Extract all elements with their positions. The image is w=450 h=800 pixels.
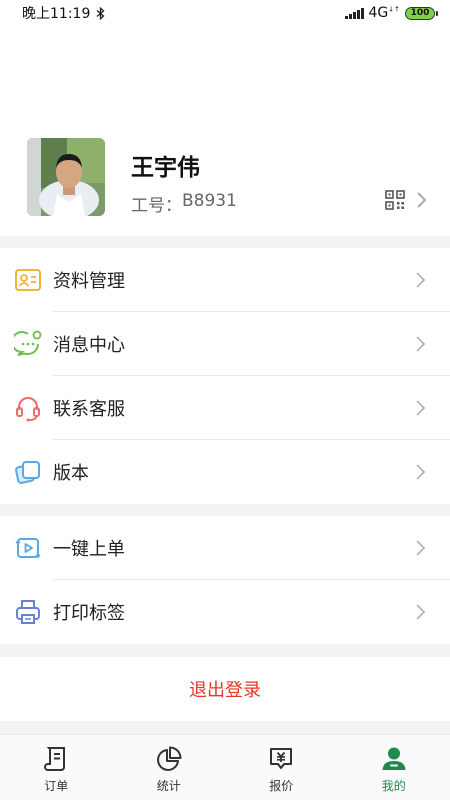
menu-group-secondary: 一键上单 打印标签 <box>0 516 450 644</box>
version-cards-icon <box>15 461 40 484</box>
message-bubble-icon <box>14 330 42 356</box>
avatar[interactable] <box>27 138 105 216</box>
section-divider <box>0 721 450 734</box>
order-scroll-icon <box>44 747 66 771</box>
battery-icon: 100 <box>405 6 438 20</box>
chevron-right-icon <box>416 540 426 556</box>
tab-statistics[interactable]: 统计 <box>113 735 226 800</box>
menu-item-label: 一键上单 <box>53 539 125 560</box>
tab-label: 订单 <box>44 779 69 793</box>
logout-button[interactable]: 退出登录 <box>0 657 450 721</box>
battery-level: 100 <box>405 6 435 20</box>
tab-label: 我的 <box>381 779 406 793</box>
network-type: 4G↓↑ <box>368 5 401 21</box>
user-name: 王宇伟 <box>131 155 200 181</box>
qr-code-icon[interactable] <box>385 190 405 210</box>
chevron-right-icon <box>416 400 426 416</box>
one-click-order-icon <box>15 538 41 559</box>
tab-label: 统计 <box>156 779 181 793</box>
profile-card[interactable]: 王宇伟 工号： B8931 <box>0 120 450 236</box>
tab-quote[interactable]: 报价 <box>225 735 338 800</box>
section-divider <box>0 504 450 516</box>
tab-mine[interactable]: 我的 <box>338 735 450 800</box>
chevron-right-icon <box>416 336 426 352</box>
section-divider <box>0 236 450 248</box>
employee-id-value: B8931 <box>182 191 237 211</box>
headset-icon <box>16 397 40 422</box>
profile-card-icon <box>15 269 41 291</box>
status-time: 晚上11:19 <box>22 6 91 22</box>
pie-chart-icon <box>156 746 182 771</box>
menu-item-label: 消息中心 <box>53 335 125 356</box>
chevron-right-icon <box>416 464 426 480</box>
status-right: 4G↓↑ 100 <box>345 5 438 21</box>
status-left: 晚上11:19 <box>22 3 105 23</box>
employee-id-label: 工号： <box>131 196 182 216</box>
price-tag-icon <box>270 748 293 769</box>
status-bar: 晚上11:19 4G↓↑ 100 <box>0 0 450 26</box>
menu-group-primary: 资料管理 消息中心 联系客服 版本 <box>0 248 450 504</box>
tab-orders[interactable]: 订单 <box>0 735 113 800</box>
menu-item-profile-management[interactable]: 资料管理 <box>0 248 450 312</box>
menu-item-label: 联系客服 <box>53 399 125 420</box>
menu-item-one-click-order[interactable]: 一键上单 <box>0 516 450 580</box>
chevron-right-icon <box>417 192 427 208</box>
menu-item-version[interactable]: 版本 <box>0 440 450 504</box>
menu-item-label: 资料管理 <box>53 271 125 292</box>
menu-item-customer-service[interactable]: 联系客服 <box>0 376 450 440</box>
tab-label: 报价 <box>269 779 294 793</box>
chevron-right-icon <box>416 604 426 620</box>
menu-item-label: 版本 <box>53 463 89 484</box>
signal-icon <box>345 7 364 19</box>
bluetooth-icon <box>96 6 105 20</box>
menu-item-message-center[interactable]: 消息中心 <box>0 312 450 376</box>
user-icon <box>382 747 406 770</box>
menu-item-label: 打印标签 <box>53 603 125 624</box>
printer-icon <box>16 600 40 624</box>
section-divider <box>0 644 450 657</box>
employee-id: 工号： B8931 <box>131 191 237 216</box>
bottom-tab-bar: 订单 统计 报价 我的 <box>0 734 450 800</box>
chevron-right-icon <box>416 272 426 288</box>
menu-item-print-label[interactable]: 打印标签 <box>0 580 450 644</box>
